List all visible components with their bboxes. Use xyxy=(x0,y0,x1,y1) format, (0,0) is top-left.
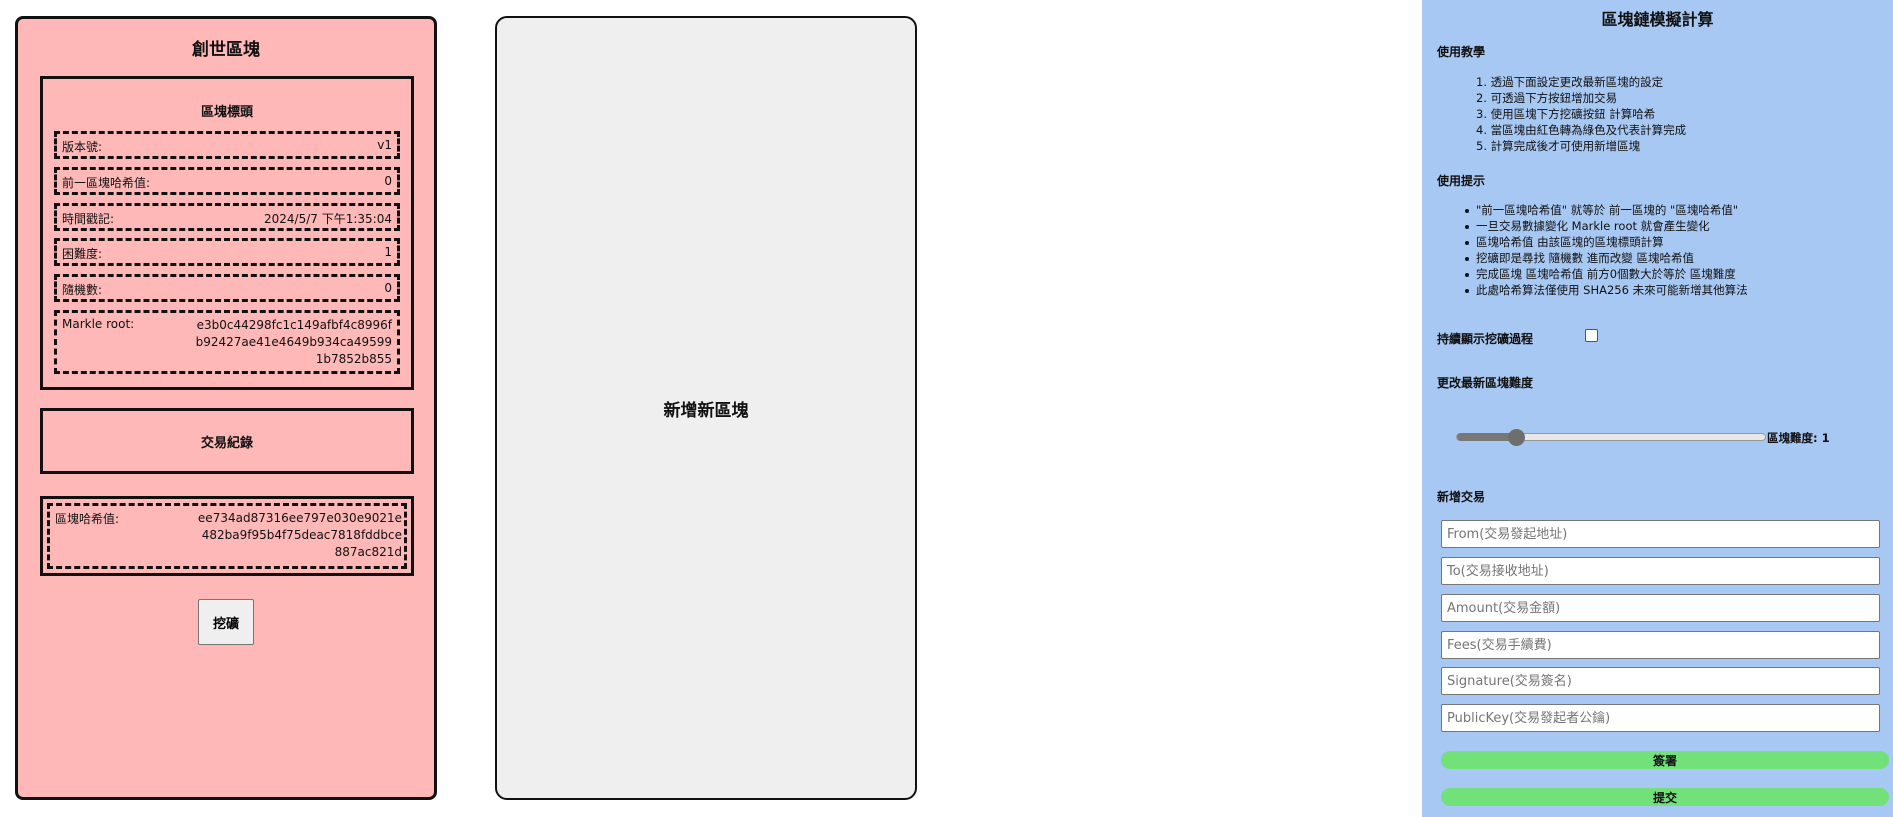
panel-title: 區塊鏈模擬計算 xyxy=(1601,10,1714,29)
tips-list: "前一區塊哈希值" 就等於 前一區塊的 "區塊哈希值" 一旦交易數據變化 Mar… xyxy=(1465,202,1748,298)
submit-button[interactable]: 提交 xyxy=(1441,788,1889,806)
timestamp-label: 時間戳記: xyxy=(62,212,115,226)
genesis-block-card: 創世區塊 區塊標頭 版本號: v1 前一區塊哈希值: 0 時間戳記: 2024/… xyxy=(15,16,437,800)
block-hash-section: 區塊哈希值: ee734ad87316ee797e030e9021e482ba9… xyxy=(40,496,414,576)
mine-button[interactable]: 挖礦 xyxy=(198,599,254,645)
block-header-section: 區塊標頭 版本號: v1 前一區塊哈希值: 0 時間戳記: 2024/5/7 下… xyxy=(40,76,414,390)
nonce-value: 0 xyxy=(384,281,392,295)
transactions-label: 交易紀錄 xyxy=(200,435,253,451)
sign-button[interactable]: 簽署 xyxy=(1441,751,1889,769)
merkle-root-label: Markle root: xyxy=(62,317,135,331)
difficulty-value-label: 區塊難度: 1 xyxy=(1767,431,1830,445)
block-hash-value: ee734ad87316ee797e030e9021e482ba9f95b4f7… xyxy=(197,511,402,559)
add-transaction-heading: 新增交易 xyxy=(1437,490,1486,504)
amount-input[interactable] xyxy=(1441,594,1880,622)
prev-hash-value: 0 xyxy=(384,174,392,188)
prev-hash-field: 前一區塊哈希值: 0 xyxy=(54,167,400,195)
block-hash-field: 區塊哈希值: ee734ad87316ee797e030e9021e482ba9… xyxy=(47,503,407,569)
fees-input[interactable] xyxy=(1441,631,1880,659)
block-header-title: 區塊標頭 xyxy=(200,105,253,120)
block-hash-label: 區塊哈希值: xyxy=(55,512,120,526)
add-new-block-label: 新增新區塊 xyxy=(663,400,749,421)
instruction-item: 5. 計算完成後才可使用新增區塊 xyxy=(1476,139,1641,153)
instruction-item: 2. 可透過下方按鈕增加交易 xyxy=(1476,91,1618,105)
show-mining-label: 持續顯示挖礦過程 xyxy=(1437,332,1534,346)
transactions-section: 交易紀錄 xyxy=(40,408,414,474)
tip-item: 此處哈希算法僅使用 SHA256 未來可能新增其他算法 xyxy=(1465,283,1748,297)
difficulty-value: 1 xyxy=(384,245,392,259)
instruction-item: 4. 當區塊由紅色轉為綠色及代表計算完成 xyxy=(1476,123,1687,137)
prev-hash-label: 前一區塊哈希值: xyxy=(62,176,151,190)
difficulty-field: 困難度: 1 xyxy=(54,238,400,266)
tips-heading: 使用提示 xyxy=(1437,174,1486,188)
from-input[interactable] xyxy=(1441,520,1880,548)
nonce-field: 隨機數: 0 xyxy=(54,274,400,302)
version-field: 版本號: v1 xyxy=(54,131,400,159)
tip-item: 挖礦即是尋找 隨機數 進而改變 區塊哈希值 xyxy=(1465,250,1748,266)
difficulty-slider-fill xyxy=(1457,433,1516,441)
difficulty-heading: 更改最新區塊難度 xyxy=(1437,376,1534,390)
instructions-list: 1. 透過下面設定更改最新區塊的設定 2. 可透過下方按鈕增加交易 3. 使用區… xyxy=(1476,74,1686,154)
instructions-heading: 使用教學 xyxy=(1437,45,1486,59)
difficulty-slider-thumb[interactable] xyxy=(1507,429,1525,446)
instruction-item: 3. 使用區塊下方挖礦按鈕 計算哈希 xyxy=(1476,107,1656,121)
tip-item: "前一區塊哈希值" 就等於 前一區塊的 "區塊哈希值" xyxy=(1465,202,1748,218)
timestamp-field: 時間戳記: 2024/5/7 下午1:35:04 xyxy=(54,203,400,231)
tip-item: 一旦交易數據變化 Markle root 就會產生變化 xyxy=(1465,218,1748,234)
signature-input[interactable] xyxy=(1441,667,1880,695)
tip-item: 區塊哈希值 由該區塊的區塊標頭計算 xyxy=(1465,234,1748,250)
version-value: v1 xyxy=(377,138,392,152)
difficulty-label: 困難度: xyxy=(62,247,103,261)
instruction-item: 1. 透過下面設定更改最新區塊的設定 xyxy=(1476,75,1664,89)
to-input[interactable] xyxy=(1441,557,1880,585)
timestamp-value: 2024/5/7 下午1:35:04 xyxy=(264,212,392,226)
block-title: 創世區塊 xyxy=(192,40,260,60)
merkle-root-value: e3b0c44298fc1c149afbf4c8996fb92427ae41e4… xyxy=(195,318,392,366)
show-mining-checkbox[interactable] xyxy=(1585,329,1598,342)
tip-item: 完成區塊 區塊哈希值 前方0個數大於等於 區塊難度 xyxy=(1465,266,1748,282)
merkle-root-field: Markle root: e3b0c44298fc1c149afbf4c8996… xyxy=(54,310,400,374)
version-label: 版本號: xyxy=(62,140,103,154)
add-new-block-card[interactable]: 新增新區塊 xyxy=(495,16,917,800)
nonce-label: 隨機數: xyxy=(62,283,103,297)
control-panel: 區塊鏈模擬計算 使用教學 1. 透過下面設定更改最新區塊的設定 2. 可透過下方… xyxy=(1422,0,1893,817)
publickey-input[interactable] xyxy=(1441,704,1880,732)
difficulty-slider[interactable] xyxy=(1456,429,1766,446)
